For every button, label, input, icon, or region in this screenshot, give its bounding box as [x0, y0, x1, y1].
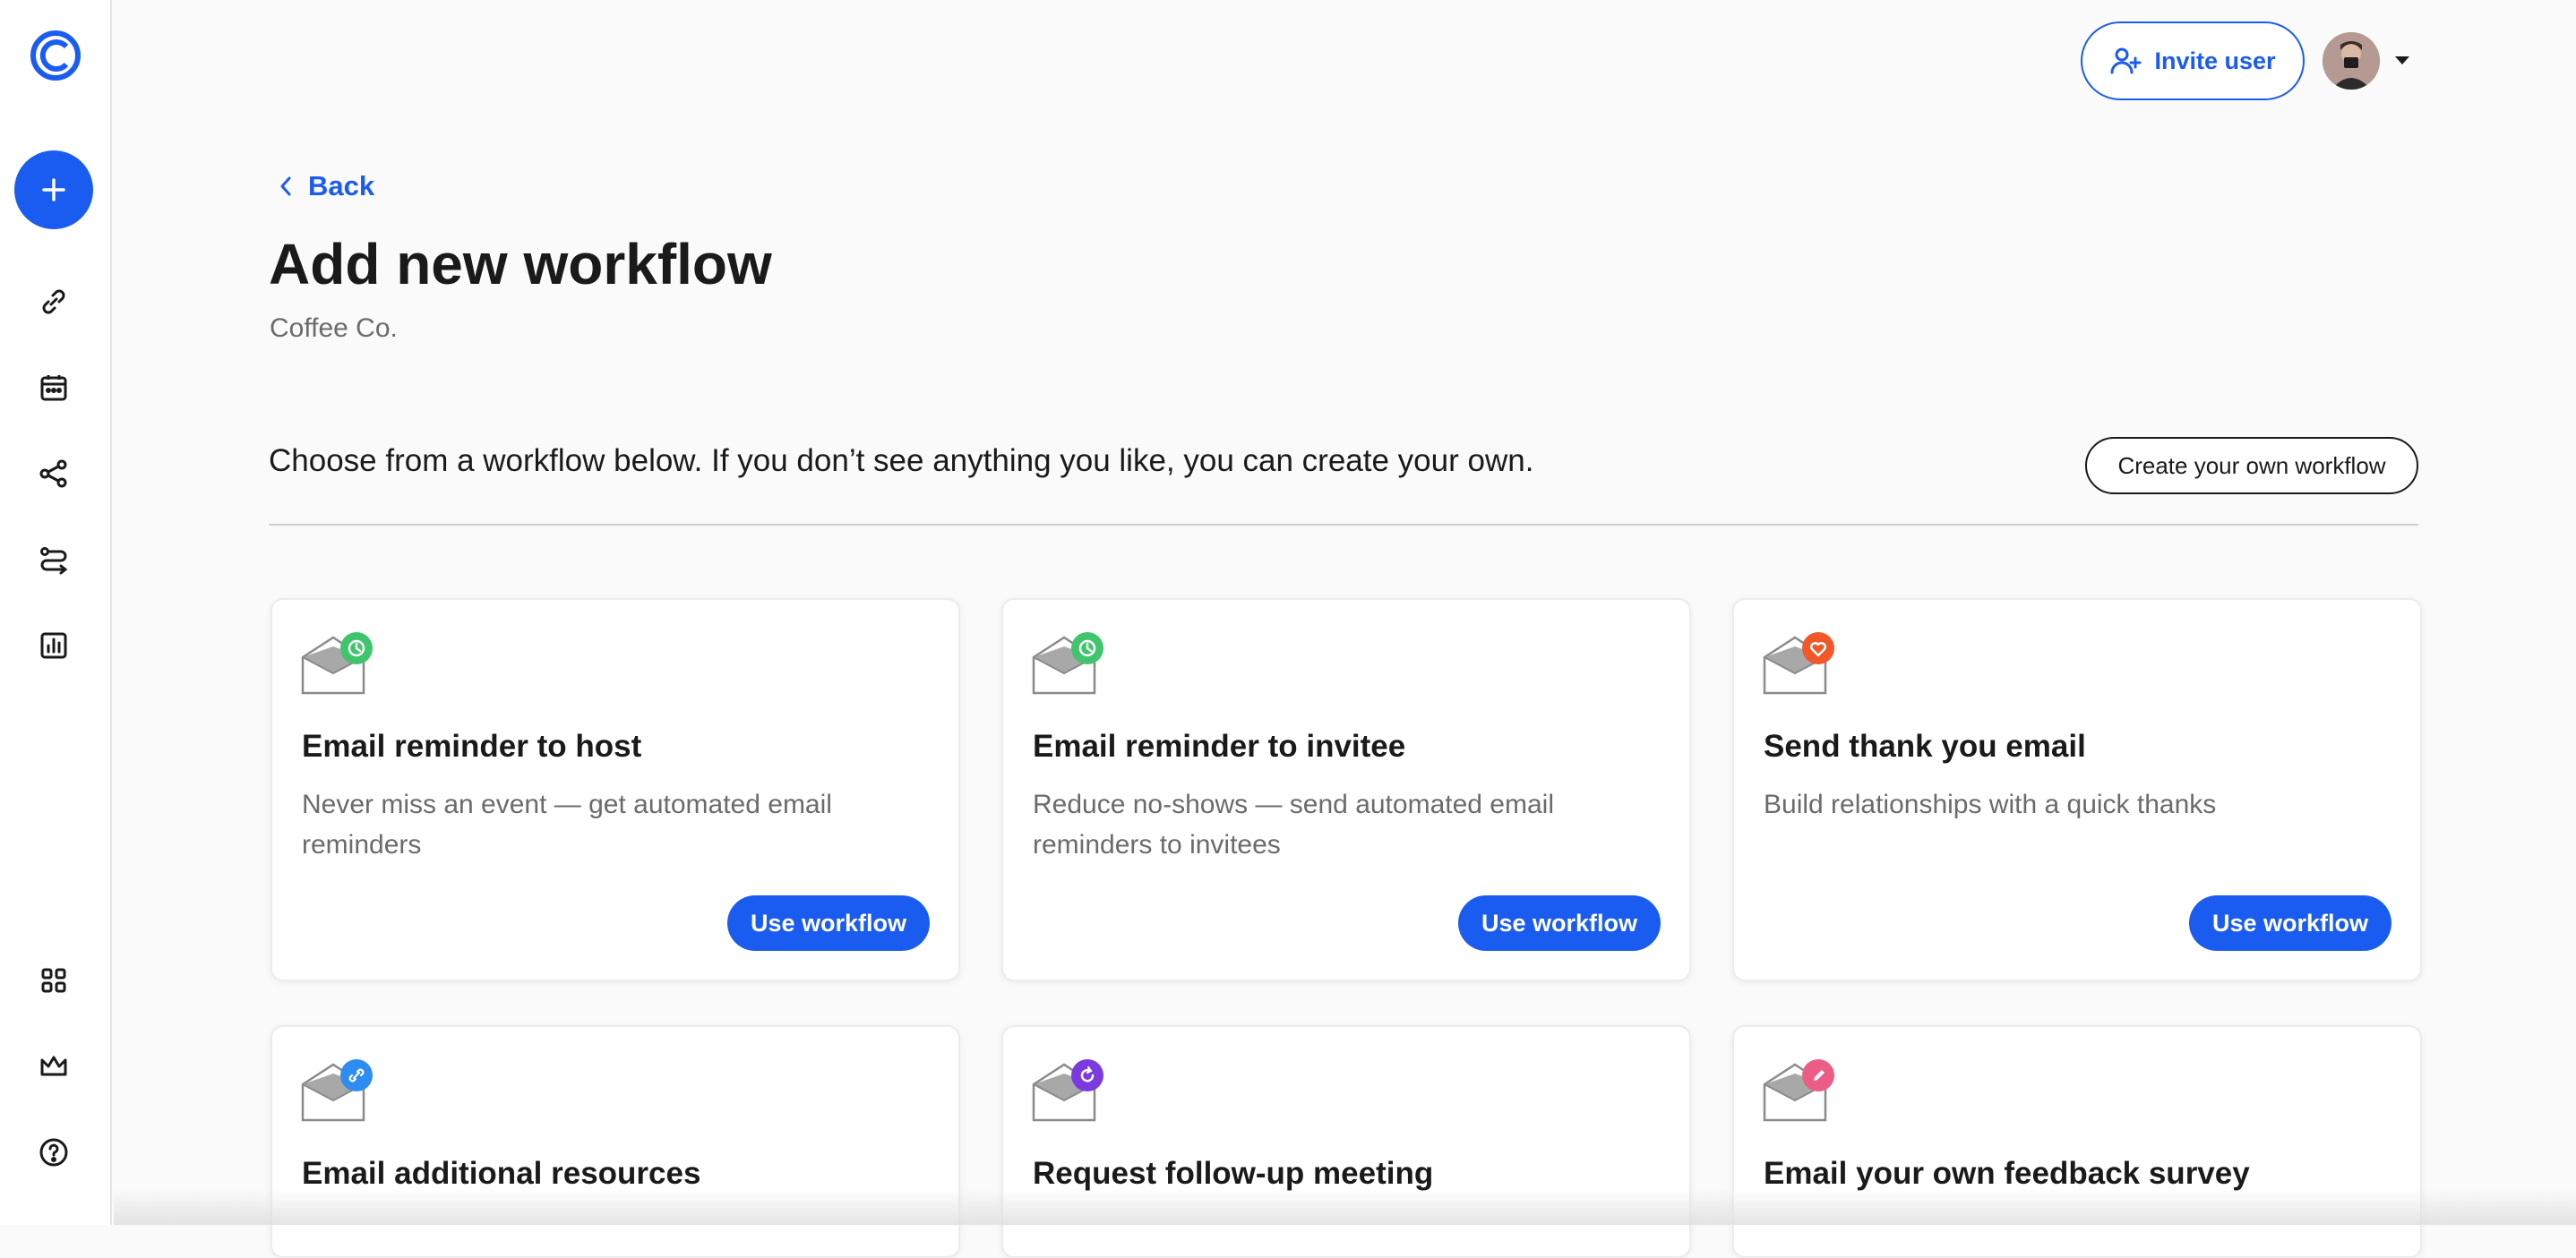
caret-down-icon	[2393, 54, 2411, 66]
workflow-title: Email additional resources	[302, 1156, 700, 1192]
envelope-icon	[1763, 1057, 1834, 1124]
sidebar-item-upgrade[interactable]	[36, 1048, 72, 1084]
invite-user-label: Invite user	[2154, 47, 2275, 75]
page-title: Add new workflow	[269, 231, 772, 297]
share-nodes-icon	[38, 458, 70, 490]
avatar[interactable]	[2323, 32, 2380, 90]
use-workflow-button[interactable]: Use workflow	[1458, 895, 1661, 951]
create-own-workflow-button[interactable]: Create your own workflow	[2085, 437, 2418, 494]
workflow-description: Reduce no-shows — send automated email r…	[1033, 784, 1660, 865]
crown-icon	[39, 1051, 69, 1082]
account-menu-caret[interactable]	[2393, 54, 2411, 71]
workflow-title: Request follow-up meeting	[1033, 1156, 1433, 1192]
divider	[269, 524, 2418, 526]
invite-user-button[interactable]: Invite user	[2081, 21, 2305, 100]
workflow-description: Never miss an event — get automated emai…	[302, 784, 929, 865]
sidebar-item-routing[interactable]	[36, 542, 72, 578]
intro-text: Choose from a workflow below. If you don…	[269, 443, 1533, 479]
workflow-title: Email reminder to host	[302, 729, 641, 765]
envelope-icon	[301, 1057, 373, 1124]
envelope-icon	[301, 630, 373, 697]
calendly-logo[interactable]	[29, 29, 82, 82]
workflow-title: Email reminder to invitee	[1033, 729, 1405, 765]
workflow-card: Email reminder to invitee Reduce no-show…	[1001, 598, 1691, 981]
analytics-icon	[39, 630, 69, 661]
help-icon	[39, 1137, 69, 1168]
use-workflow-button[interactable]: Use workflow	[727, 895, 930, 951]
back-link[interactable]: Back	[279, 170, 374, 202]
scroll-fade	[114, 1189, 2576, 1225]
sidebar-item-links[interactable]	[36, 284, 72, 320]
create-button[interactable]	[14, 150, 93, 229]
chevron-left-icon	[279, 175, 292, 197]
sidebar-item-help[interactable]	[36, 1134, 72, 1170]
page-subtitle: Coffee Co.	[270, 313, 398, 344]
sidebar-item-integrations[interactable]	[36, 456, 72, 492]
envelope-icon	[1032, 1057, 1103, 1124]
routing-icon	[38, 543, 70, 576]
sidebar	[0, 0, 112, 1225]
add-user-icon	[2109, 46, 2142, 76]
workflow-description: Build relationships with a quick thanks	[1764, 784, 2391, 825]
apps-grid-icon	[39, 966, 68, 995]
sidebar-item-apps[interactable]	[36, 963, 72, 998]
use-workflow-button[interactable]: Use workflow	[2189, 895, 2391, 951]
workflow-title: Send thank you email	[1764, 729, 2086, 765]
plus-icon	[41, 177, 66, 202]
calendar-icon	[39, 372, 69, 403]
workflow-card: Send thank you email Build relationships…	[1732, 598, 2422, 981]
envelope-icon	[1032, 630, 1103, 697]
link-icon	[39, 287, 69, 317]
back-label: Back	[308, 170, 374, 202]
envelope-icon	[1763, 630, 1834, 697]
sidebar-item-analytics[interactable]	[36, 628, 72, 663]
workflow-card: Email reminder to host Never miss an eve…	[270, 598, 960, 981]
sidebar-item-meetings[interactable]	[36, 370, 72, 406]
workflow-title: Email your own feedback survey	[1764, 1156, 2250, 1192]
